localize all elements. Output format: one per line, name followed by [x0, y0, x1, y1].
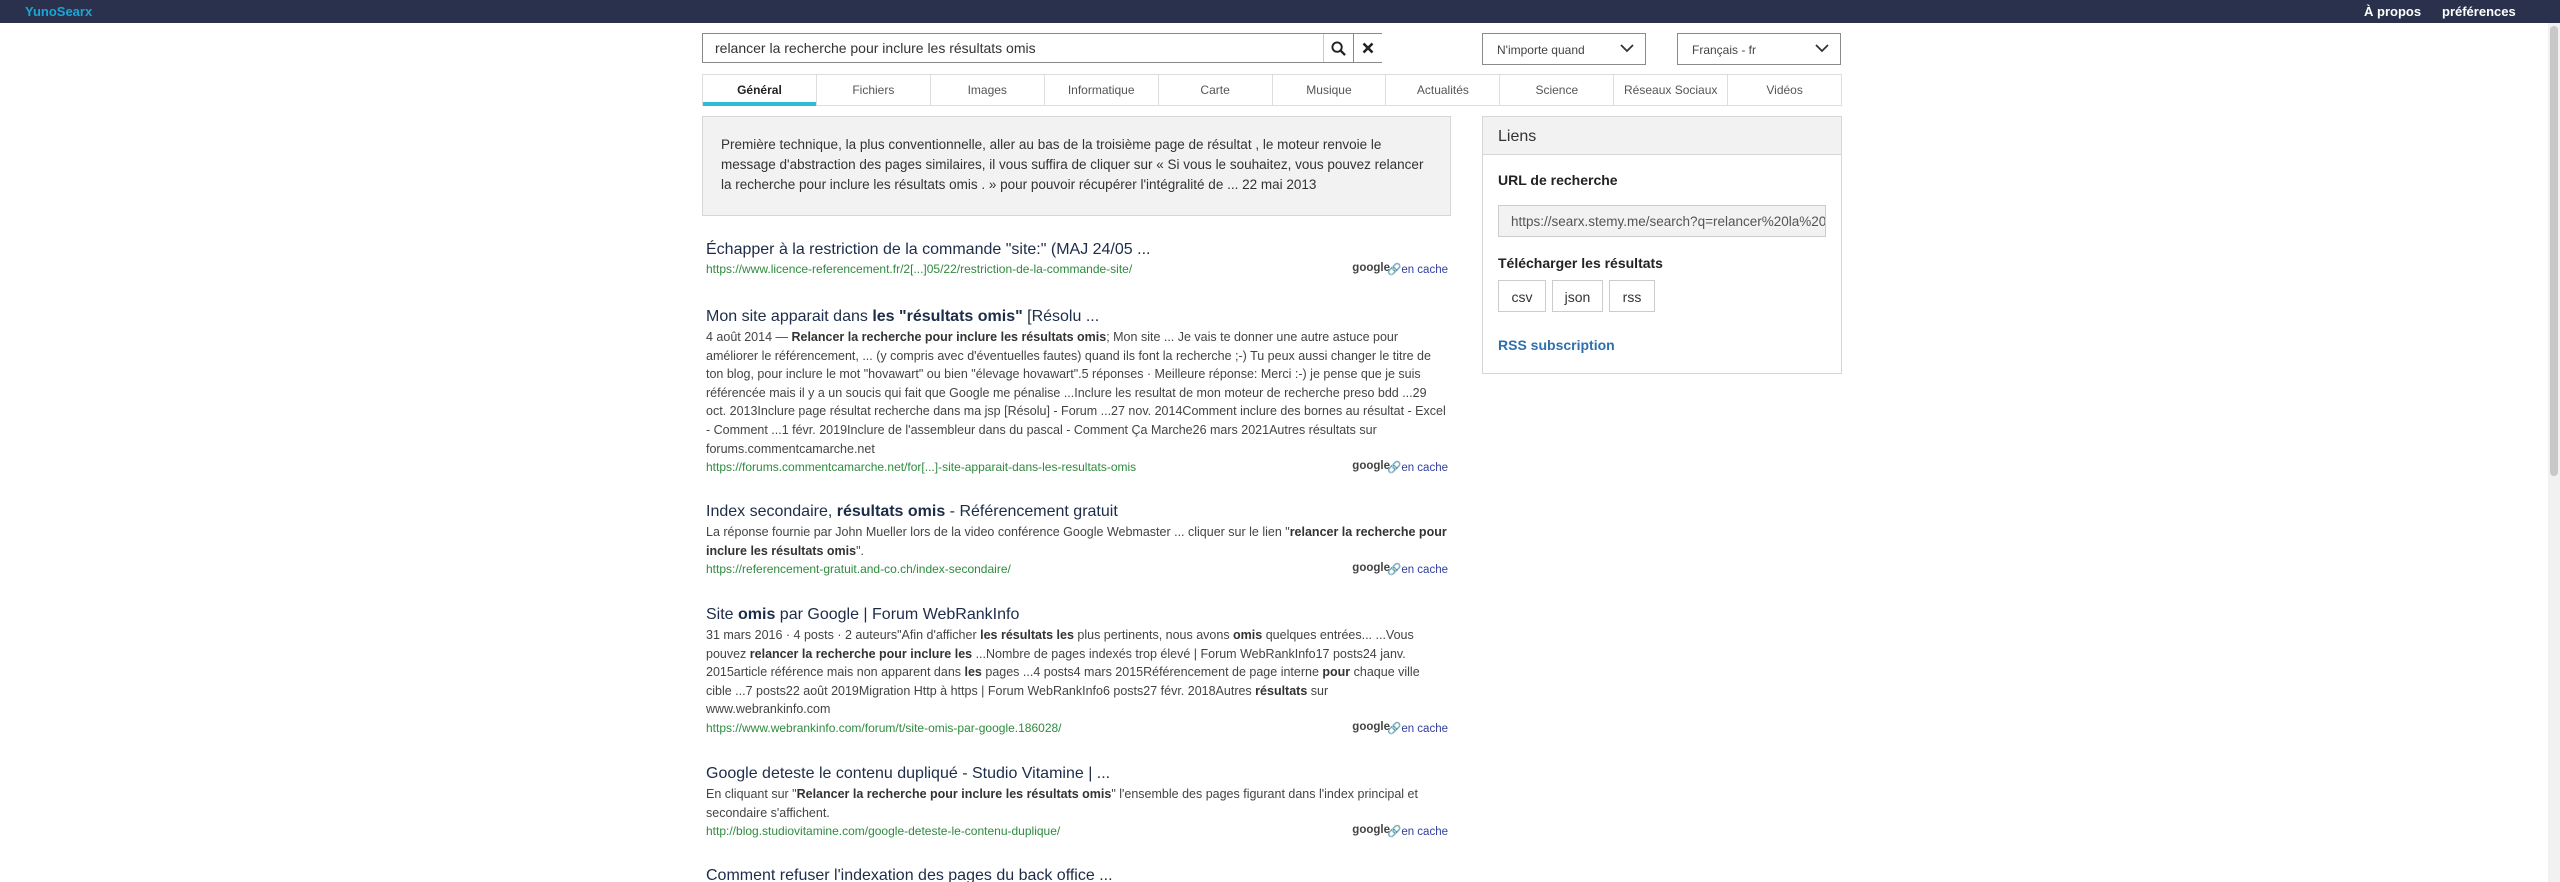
links-sidebar: Liens URL de recherche https://searx.ste… [1482, 116, 1842, 374]
top-navbar: YunoSearx À propos préférences [0, 0, 2560, 23]
result-url[interactable]: https://www.licence-referencement.fr/2[.… [706, 260, 1132, 278]
download-json-button[interactable]: json [1552, 280, 1603, 312]
result-engine: google [1352, 262, 1390, 274]
result-title[interactable]: Comment refuser l'indexation des pages d… [706, 866, 1448, 882]
result-title[interactable]: Mon site apparait dans les "résultats om… [706, 307, 1448, 327]
category-tabs: Général Fichiers Images Informatique Car… [702, 74, 1842, 106]
cache-link[interactable]: 🔗en cache [1387, 262, 1448, 276]
result-engine: google [1352, 562, 1390, 575]
search-input[interactable] [703, 34, 1323, 62]
tab-general[interactable]: Général [703, 75, 817, 106]
result-title[interactable]: Index secondaire, résultats omis - Référ… [706, 502, 1448, 522]
tab-map[interactable]: Carte [1159, 75, 1273, 105]
chevron-down-icon [1620, 44, 1634, 53]
cache-link[interactable]: 🔗en cache [1387, 460, 1448, 474]
result-item: Site omis par Google | Forum WebRankInfo… [706, 605, 1448, 737]
time-range-select[interactable]: N'importe quand [1482, 33, 1646, 65]
sidebar-title: Liens [1483, 117, 1841, 155]
link-icon: 🔗 [1386, 462, 1402, 475]
result-item: Comment refuser l'indexation des pages d… [706, 866, 1448, 882]
cache-label: en cache [1401, 564, 1448, 577]
result-url[interactable]: https://www.webrankinfo.com/forum/t/site… [706, 719, 1062, 737]
search-button[interactable] [1323, 34, 1353, 62]
download-label: Télécharger les résultats [1498, 255, 1663, 271]
language-select[interactable]: Français - fr [1677, 33, 1841, 65]
cache-label: en cache [1401, 722, 1448, 735]
result-item: Index secondaire, résultats omis - Référ… [706, 502, 1448, 578]
result-snippet: 31 mars 2016 · 4 posts · 2 auteurs"Afin … [706, 628, 1420, 717]
search-url-field[interactable]: https://searx.stemy.me/search?q=relancer… [1498, 205, 1826, 237]
result-item: Mon site apparait dans les "résultats om… [706, 307, 1448, 476]
download-csv-button[interactable]: csv [1498, 280, 1546, 312]
preferences-link[interactable]: préférences [2442, 4, 2516, 19]
result-url[interactable]: https://referencement-gratuit.and-co.ch/… [706, 560, 1011, 578]
cache-link[interactable]: 🔗en cache [1387, 562, 1448, 576]
download-rss-button[interactable]: rss [1609, 280, 1655, 312]
tab-social-media[interactable]: Réseaux Sociaux [1614, 75, 1729, 105]
page-scrollbar[interactable] [2548, 23, 2560, 882]
result-title[interactable]: Échapper à la restriction de la commande… [706, 240, 1448, 260]
cache-link[interactable]: 🔗en cache [1387, 721, 1448, 735]
tab-science[interactable]: Science [1500, 75, 1615, 105]
cache-label: en cache [1401, 462, 1448, 475]
result-item: Échapper à la restriction de la commande… [706, 240, 1448, 278]
result-url[interactable]: https://forums.commentcamarche.net/for[.… [706, 458, 1136, 476]
rss-subscription-link[interactable]: RSS subscription [1498, 337, 1615, 353]
tab-music[interactable]: Musique [1273, 75, 1387, 105]
chevron-down-icon [1815, 44, 1829, 53]
link-icon: 🔗 [1386, 564, 1402, 577]
scrollbar-thumb[interactable] [2550, 26, 2558, 476]
link-icon: 🔗 [1386, 722, 1402, 735]
brand-logo-link[interactable]: YunoSearx [25, 4, 92, 19]
cache-label: en cache [1401, 264, 1448, 276]
tab-it[interactable]: Informatique [1045, 75, 1159, 105]
result-engine: google [1352, 460, 1390, 473]
tab-files[interactable]: Fichiers [817, 75, 931, 105]
tab-videos[interactable]: Vidéos [1728, 75, 1841, 105]
result-snippet: En cliquant sur "Relancer la recherche p… [706, 787, 1418, 820]
clear-search-button[interactable] [1353, 34, 1382, 62]
cache-link[interactable]: 🔗en cache [1387, 824, 1448, 838]
result-title[interactable]: Site omis par Google | Forum WebRankInfo [706, 605, 1448, 625]
about-link[interactable]: À propos [2364, 4, 2421, 19]
time-range-value: N'importe quand [1497, 43, 1585, 57]
answer-box: Première technique, la plus conventionne… [702, 116, 1451, 216]
result-snippet: La réponse fournie par John Mueller lors… [706, 525, 1447, 558]
tab-news[interactable]: Actualités [1386, 75, 1501, 105]
search-box [702, 33, 1382, 63]
result-item: Google deteste le contenu dupliqué - Stu… [706, 764, 1448, 840]
result-engine: google [1352, 824, 1390, 837]
close-icon [1362, 42, 1374, 54]
tab-images[interactable]: Images [931, 75, 1045, 105]
result-url[interactable]: http://blog.studiovitamine.com/google-de… [706, 822, 1060, 840]
search-url-label: URL de recherche [1498, 172, 1618, 188]
cache-label: en cache [1401, 826, 1448, 839]
result-snippet: 4 août 2014 — Relancer la recherche pour… [706, 330, 1446, 456]
language-value: Français - fr [1692, 43, 1757, 57]
result-title[interactable]: Google deteste le contenu dupliqué - Stu… [706, 764, 1448, 784]
link-icon: 🔗 [1386, 264, 1402, 276]
result-engine: google [1352, 720, 1390, 733]
search-icon [1331, 40, 1346, 56]
link-icon: 🔗 [1386, 826, 1402, 839]
